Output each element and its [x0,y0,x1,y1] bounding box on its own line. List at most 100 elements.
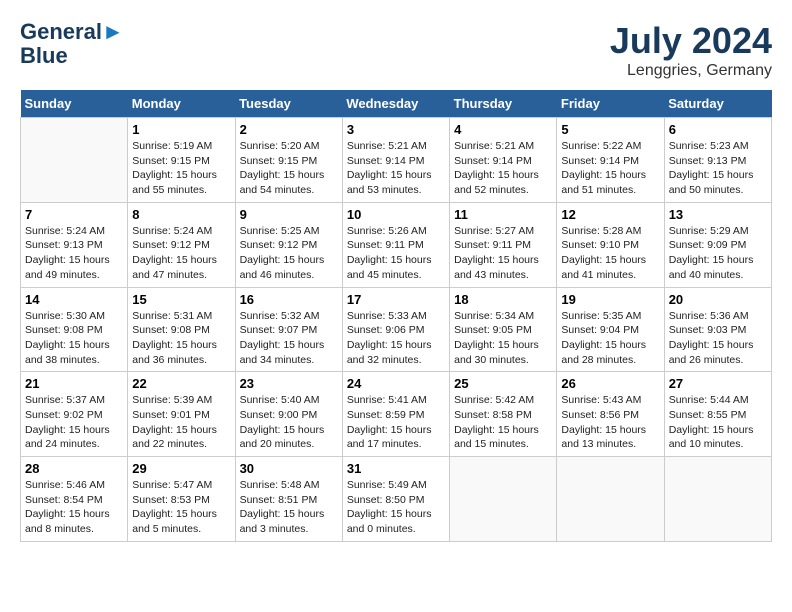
day-number: 26 [561,376,659,391]
day-info: Sunrise: 5:43 AM Sunset: 8:56 PM Dayligh… [561,393,659,452]
day-number: 24 [347,376,445,391]
day-cell: 19Sunrise: 5:35 AM Sunset: 9:04 PM Dayli… [557,287,664,372]
day-number: 15 [132,292,230,307]
day-info: Sunrise: 5:34 AM Sunset: 9:05 PM Dayligh… [454,309,552,368]
day-number: 28 [25,461,123,476]
day-cell: 7 Sunrise: 5:24 AM Sunset: 9:13 PM Daylig… [21,202,128,287]
col-header-tuesday: Tuesday [235,90,342,118]
day-cell: 31 Sunrise: 5:49 AM Sunset: 8:50 PM Dayli… [342,457,449,542]
day-info: Sunrise: 5:24 AM Sunset: 9:13 PM Dayligh… [25,224,123,283]
day-number: 30 [240,461,338,476]
title-block: July 2024 Lenggries, Germany [610,20,772,80]
day-number: 9 [240,207,338,222]
day-info: Sunrise: 5:46 AM Sunset: 8:54 PM Dayligh… [25,478,123,537]
day-number: 14 [25,292,123,307]
day-cell: 15 Sunrise: 5:31 AM Sunset: 9:08 PM Dayli… [128,287,235,372]
day-number: 8 [132,207,230,222]
day-info: Sunrise: 5:44 AM Sunset: 8:55 PM Dayligh… [669,393,767,452]
day-info: Sunrise: 5:29 AM Sunset: 9:09 PM Dayligh… [669,224,767,283]
col-header-friday: Friday [557,90,664,118]
day-info: Sunrise: 5:20 AM Sunset: 9:15 PM Dayligh… [240,139,338,198]
day-number: 20 [669,292,767,307]
day-info: Sunrise: 5:19 AM Sunset: 9:15 PM Dayligh… [132,139,230,198]
day-number: 6 [669,122,767,137]
day-cell: 17 Sunrise: 5:33 AM Sunset: 9:06 PM Dayli… [342,287,449,372]
day-number: 3 [347,122,445,137]
day-cell: 2 Sunrise: 5:20 AM Sunset: 9:15 PM Daylig… [235,118,342,203]
week-row-2: 7 Sunrise: 5:24 AM Sunset: 9:13 PM Daylig… [21,202,772,287]
day-cell: 25 Sunrise: 5:42 AM Sunset: 8:58 PM Dayli… [450,372,557,457]
day-number: 31 [347,461,445,476]
day-cell: 20Sunrise: 5:36 AM Sunset: 9:03 PM Dayli… [664,287,771,372]
day-cell: 9 Sunrise: 5:25 AM Sunset: 9:12 PM Daylig… [235,202,342,287]
day-cell: 14 Sunrise: 5:30 AM Sunset: 9:08 PM Dayli… [21,287,128,372]
day-info: Sunrise: 5:32 AM Sunset: 9:07 PM Dayligh… [240,309,338,368]
day-number: 7 [25,207,123,222]
day-info: Sunrise: 5:25 AM Sunset: 9:12 PM Dayligh… [240,224,338,283]
day-cell: 29 Sunrise: 5:47 AM Sunset: 8:53 PM Dayli… [128,457,235,542]
day-cell: 8Sunrise: 5:24 AM Sunset: 9:12 PM Daylig… [128,202,235,287]
day-number: 13 [669,207,767,222]
day-number: 23 [240,376,338,391]
calendar-header-row: SundayMondayTuesdayWednesdayThursdayFrid… [21,90,772,118]
col-header-sunday: Sunday [21,90,128,118]
day-info: Sunrise: 5:42 AM Sunset: 8:58 PM Dayligh… [454,393,552,452]
day-cell: 11Sunrise: 5:27 AM Sunset: 9:11 PM Dayli… [450,202,557,287]
day-number: 11 [454,207,552,222]
day-number: 17 [347,292,445,307]
day-cell: 6Sunrise: 5:23 AM Sunset: 9:13 PM Daylig… [664,118,771,203]
day-cell: 16 Sunrise: 5:32 AM Sunset: 9:07 PM Dayli… [235,287,342,372]
day-number: 25 [454,376,552,391]
page-header: General►Blue July 2024 Lenggries, German… [20,20,772,80]
day-info: Sunrise: 5:40 AM Sunset: 9:00 PM Dayligh… [240,393,338,452]
day-info: Sunrise: 5:49 AM Sunset: 8:50 PM Dayligh… [347,478,445,537]
day-cell: 3Sunrise: 5:21 AM Sunset: 9:14 PM Daylig… [342,118,449,203]
day-number: 22 [132,376,230,391]
day-info: Sunrise: 5:47 AM Sunset: 8:53 PM Dayligh… [132,478,230,537]
day-info: Sunrise: 5:30 AM Sunset: 9:08 PM Dayligh… [25,309,123,368]
col-header-saturday: Saturday [664,90,771,118]
col-header-wednesday: Wednesday [342,90,449,118]
day-cell [557,457,664,542]
day-cell [450,457,557,542]
day-cell [21,118,128,203]
day-cell: 13 Sunrise: 5:29 AM Sunset: 9:09 PM Dayli… [664,202,771,287]
day-info: Sunrise: 5:39 AM Sunset: 9:01 PM Dayligh… [132,393,230,452]
day-number: 1 [132,122,230,137]
day-number: 12 [561,207,659,222]
day-cell: 1 Sunrise: 5:19 AM Sunset: 9:15 PM Daylig… [128,118,235,203]
day-number: 19 [561,292,659,307]
day-number: 4 [454,122,552,137]
month-year: July 2024 [610,20,772,62]
day-info: Sunrise: 5:37 AM Sunset: 9:02 PM Dayligh… [25,393,123,452]
day-number: 27 [669,376,767,391]
day-cell: 21 Sunrise: 5:37 AM Sunset: 9:02 PM Dayli… [21,372,128,457]
day-cell: 27 Sunrise: 5:44 AM Sunset: 8:55 PM Dayli… [664,372,771,457]
day-number: 2 [240,122,338,137]
day-info: Sunrise: 5:41 AM Sunset: 8:59 PM Dayligh… [347,393,445,452]
week-row-1: 1 Sunrise: 5:19 AM Sunset: 9:15 PM Daylig… [21,118,772,203]
day-number: 18 [454,292,552,307]
calendar-table: SundayMondayTuesdayWednesdayThursdayFrid… [20,90,772,542]
week-row-5: 28 Sunrise: 5:46 AM Sunset: 8:54 PM Dayli… [21,457,772,542]
day-cell [664,457,771,542]
day-info: Sunrise: 5:22 AM Sunset: 9:14 PM Dayligh… [561,139,659,198]
day-cell: 4 Sunrise: 5:21 AM Sunset: 9:14 PM Daylig… [450,118,557,203]
day-info: Sunrise: 5:31 AM Sunset: 9:08 PM Dayligh… [132,309,230,368]
day-number: 10 [347,207,445,222]
day-cell: 26 Sunrise: 5:43 AM Sunset: 8:56 PM Dayli… [557,372,664,457]
day-number: 21 [25,376,123,391]
day-info: Sunrise: 5:28 AM Sunset: 9:10 PM Dayligh… [561,224,659,283]
location: Lenggries, Germany [610,62,772,80]
day-cell: 24 Sunrise: 5:41 AM Sunset: 8:59 PM Dayli… [342,372,449,457]
day-number: 5 [561,122,659,137]
day-info: Sunrise: 5:21 AM Sunset: 9:14 PM Dayligh… [454,139,552,198]
day-cell: 28 Sunrise: 5:46 AM Sunset: 8:54 PM Dayli… [21,457,128,542]
day-number: 16 [240,292,338,307]
day-cell: 23 Sunrise: 5:40 AM Sunset: 9:00 PM Dayli… [235,372,342,457]
week-row-3: 14 Sunrise: 5:30 AM Sunset: 9:08 PM Dayli… [21,287,772,372]
day-cell: 30Sunrise: 5:48 AM Sunset: 8:51 PM Dayli… [235,457,342,542]
day-info: Sunrise: 5:33 AM Sunset: 9:06 PM Dayligh… [347,309,445,368]
day-cell: 10Sunrise: 5:26 AM Sunset: 9:11 PM Dayli… [342,202,449,287]
day-number: 29 [132,461,230,476]
